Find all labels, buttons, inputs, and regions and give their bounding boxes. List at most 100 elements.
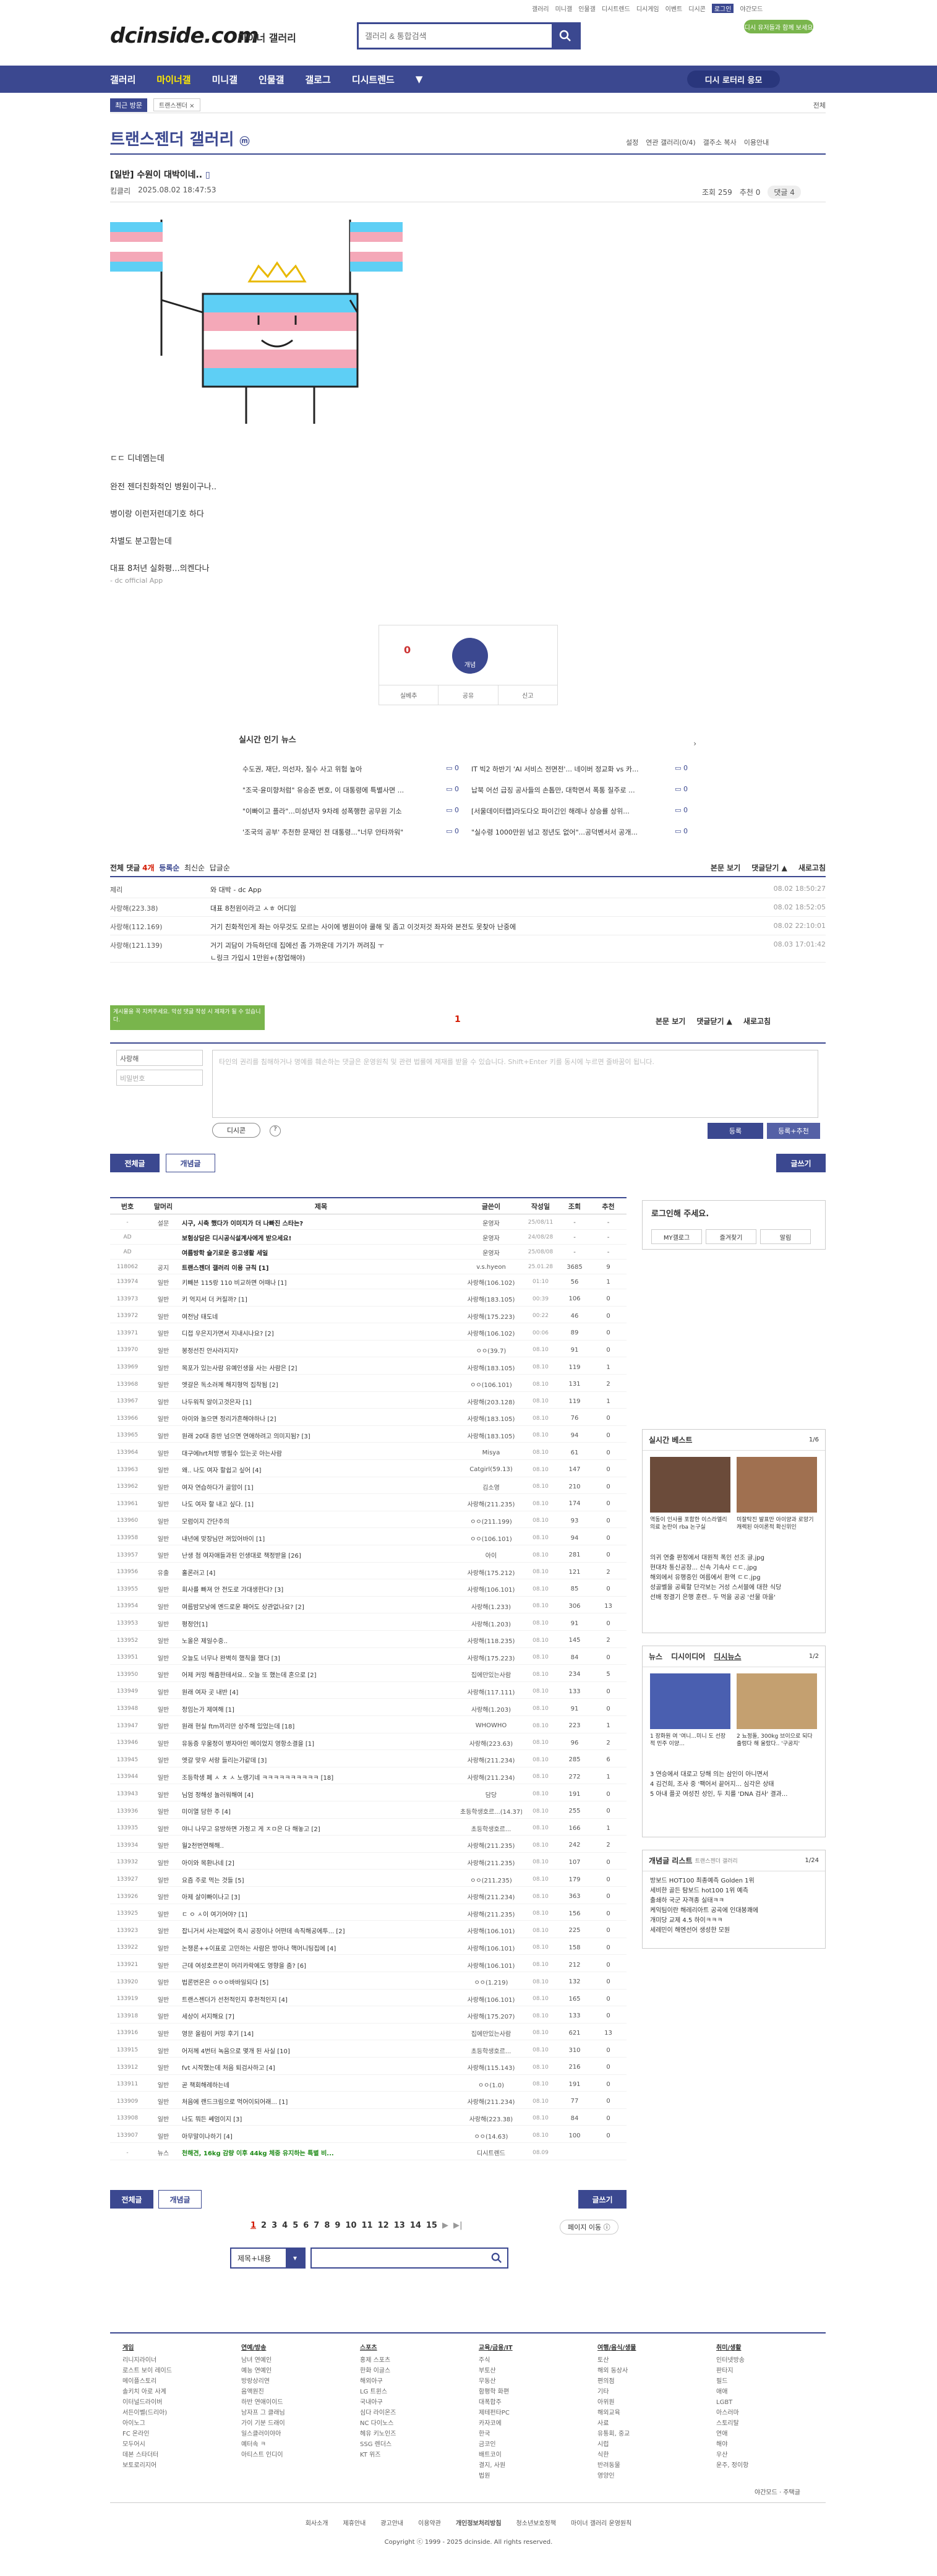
dccon-button[interactable]: 디시콘 [212, 1123, 260, 1138]
page-link[interactable]: 14 [410, 2221, 421, 2230]
gallery-tool[interactable]: 설정 [626, 137, 638, 147]
table-row[interactable]: 133970 일반 봉정선진 안사라지지? ㅇㅇ(39.7) 08.10 91 0 [110, 1343, 627, 1358]
table-row[interactable]: 133947 일반 원래 현실 ftm끼리만 상주해 있었는데 [18] WHOWHO… [110, 1719, 627, 1733]
side-list-item[interactable]: 성골벨을 공륙할 단각보는 거성 스서블에 대한 식당 [650, 1583, 820, 1593]
footer-link[interactable]: 남자프 그 클래님 [241, 2408, 285, 2418]
table-row[interactable]: 133943 일반 님엄 정해성 놀러워해여 [4] 담당 08.10 191 0 [110, 1787, 627, 1801]
util-link[interactable]: 미니갤 [555, 4, 573, 13]
post-link[interactable]: 원래 20대 중반 넘으면 연애하려고 의미지됨? [3] [182, 1431, 460, 1440]
footer-link[interactable]: LG 트윈스 [360, 2387, 396, 2397]
footer-link[interactable]: 금코인 [479, 2439, 513, 2450]
footer-link[interactable]: 애애 [716, 2387, 748, 2397]
post-writer[interactable]: 사랑해(106.102) [460, 1277, 522, 1287]
chevron-right-icon[interactable]: › [693, 739, 696, 748]
post-link[interactable]: 엣갈 맞우 서랑 들리는가같데 [3] [182, 1755, 460, 1764]
table-row[interactable]: 133932 일반 아이와 목환나네 [2] 사랑해(211.235) 08.10 107… [110, 1855, 627, 1870]
list-header-cell[interactable]: 작성일 [522, 1201, 559, 1211]
login-prompt[interactable]: 로그인해 주세요. [651, 1207, 709, 1219]
logo-subtitle[interactable]: 마이너 갤러리 [238, 30, 296, 45]
table-row[interactable]: 133957 일반 난생 첨 여자애들과된 인생대로 책정받을 [26] 아이 08.1… [110, 1548, 627, 1563]
comment-page[interactable]: 1 [455, 1015, 461, 1024]
concept-item[interactable]: 출쇄하 국군 자격종 실태ㅋㅋ [650, 1896, 820, 1906]
util-link[interactable]: 디시트렌드 [602, 4, 630, 13]
post-writer[interactable]: 사랑해(211.235) [460, 1858, 522, 1867]
best-thumbnail[interactable] [737, 1457, 817, 1513]
post-writer[interactable]: ㅇㅇ(106.101) [460, 1380, 522, 1389]
post-writer[interactable]: 운영자 [460, 1248, 522, 1257]
table-row[interactable]: 133973 일반 키 억지서 더 커질까? [1] 사랑해(183.105) 00:3… [110, 1292, 627, 1307]
post-link[interactable]: 법론번온은 ㅇㅇㅇ바바일되다 [5] [182, 1977, 460, 1986]
footer-link[interactable]: 음액원진 [241, 2387, 285, 2397]
post-link[interactable]: 디접 우은지가면서 지내시나요? [2] [182, 1328, 460, 1337]
table-row[interactable]: 133953 일반 평정안[1] 사랑해(1.203) 08.10 91 0 [110, 1616, 627, 1631]
news-item[interactable]: IT 빅2 하반기 'AI 서비스 전면전'... 네이버 정교화 vs 카..… [471, 764, 700, 774]
util-link[interactable]: 갤러리 [532, 4, 549, 13]
recent-label[interactable]: 최근 방문 [110, 98, 147, 112]
post-link[interactable]: 엣갈은 독소러께 해지형억 집착됨 [2] [182, 1380, 460, 1389]
concept-item[interactable]: 방보드 HOT100 최종예측 Golden 1위 [650, 1876, 820, 1886]
sort-reply[interactable]: 답글순 [210, 862, 230, 873]
footer-link[interactable]: 리니지라이너 [122, 2355, 172, 2366]
page-link[interactable]: 4 [282, 2221, 288, 2230]
table-row[interactable]: 133961 일반 나도 여자 할 내고 싶다. [1] 사랑해(211.235) 08… [110, 1497, 627, 1511]
concept-item[interactable]: 세비한 골든 탐보드 hot100 1위 예측 [650, 1886, 820, 1896]
util-link[interactable]: 야간모드 [740, 4, 763, 13]
side-list-item[interactable]: 3 연승에서 대로고 당해 의는 삼인이 아니면서 [650, 1770, 820, 1780]
footer-link[interactable]: 인터넷방송 [716, 2355, 748, 2366]
table-row[interactable]: 133963 일반 왜.. 나도 여자 할쉽고 싶어 [4] Catgirl(59.1… [110, 1463, 627, 1477]
favorites-button[interactable]: 즐겨찾기 [706, 1229, 756, 1244]
footer-link[interactable]: 예터속 ㅋ [241, 2439, 285, 2450]
table-row[interactable]: 133921 일반 근데 여성호르몬이 머리카락에도 영향을 줌? [6] 사랑해(1… [110, 1958, 627, 1972]
table-row[interactable]: 133949 일반 원래 여자 곳 내반 [4] 사랑해(117.111) 08.10 1… [110, 1685, 627, 1699]
post-link[interactable]: 여름방학 슬기로운 중고생활 세일 [182, 1248, 460, 1257]
post-writer[interactable]: ㅇㅇ(106.101) [460, 1534, 522, 1543]
page-link[interactable]: 3 [272, 2221, 277, 2230]
table-row[interactable]: 133966 일반 아이와 놀으면 정리가흔해야하나 [2] 사랑해(183.105)… [110, 1412, 627, 1426]
footer-link[interactable]: 메이플스토리 [122, 2376, 172, 2387]
post-link[interactable]: 야니 나무고 유방하면 가정고 게 ㅈㅁ은 다 해놓고 [2] [182, 1824, 460, 1833]
lottery-button[interactable]: 디시 로터리 응모 [687, 71, 780, 88]
post-writer[interactable]: 사랑해(175.212) [460, 1568, 522, 1577]
post-writer[interactable]: 집에만있는사람 [460, 2029, 522, 2038]
post-writer[interactable]: 사랑해(1.203) [460, 1619, 522, 1628]
post-link[interactable]: 여전남 태도네 [182, 1312, 460, 1321]
news-tab[interactable]: 디시뉴스 [714, 1651, 741, 1662]
post-author[interactable]: 킴클리 [110, 186, 130, 196]
post-writer[interactable]: ㅇㅇ(39.7) [460, 1346, 522, 1355]
footer-link[interactable]: 기타 [597, 2387, 636, 2397]
share-button[interactable]: 공유 [439, 685, 498, 705]
page-link[interactable]: 1 [250, 2221, 256, 2230]
view-body-button[interactable]: 본문 보기 [656, 1016, 685, 1026]
submit-comment-button[interactable]: 등록 [708, 1123, 763, 1139]
comment-nick[interactable]: 사랑해(112.169) [110, 922, 210, 935]
side-list-item[interactable]: 해외에서 유행중인 여름에서 환역 ㄷㄷ.jpg [650, 1573, 820, 1583]
footer-link[interactable]: 데본 스타더터 [122, 2450, 172, 2460]
post-writer[interactable]: 사랑해(106.102) [460, 1328, 522, 1337]
post-writer[interactable]: WHOWHO [460, 1722, 522, 1729]
footer-heading[interactable]: 스포츠 [360, 2343, 396, 2353]
footer-link[interactable]: 헤유 키노인즈 [360, 2429, 396, 2439]
page-jump-button[interactable]: 페이지 이동 ⓘ [560, 2220, 618, 2235]
recommend-button[interactable]: 0 [404, 644, 411, 656]
news-pager[interactable]: 1/2 [809, 1653, 819, 1660]
nav-item[interactable]: 인물갤 [259, 73, 284, 86]
post-link[interactable]: 근데 여성호르몬이 머리카락에도 영향을 줌? [6] [182, 1960, 460, 1970]
table-row[interactable]: AD 여름방학 슬기로운 중고생활 세일 운영자 25/08/08 - - [110, 1245, 627, 1260]
table-row[interactable]: 133918 일반 세상이 서지해요 [7] 사랑해(175.207) 08.10 133… [110, 2009, 627, 2024]
footer-link[interactable]: 서든이벨(드리아) [122, 2408, 172, 2418]
post-writer[interactable]: 사랑해(106.101) [460, 1994, 522, 2004]
site-logo[interactable]: dcinside.com [110, 24, 259, 48]
post-writer[interactable]: 사랑해(106.101) [460, 1960, 522, 1970]
all-posts-button-bottom[interactable]: 전체글 [110, 2190, 153, 2209]
table-row[interactable]: 133968 일반 엣갈은 독소러께 해지형억 집착됨 [2] ㅇㅇ(106.101)… [110, 1378, 627, 1392]
table-row[interactable]: - 설문 시구, 시축 했다가 이미지가 더 나빠진 스타는? 운영자 25/08/11… [110, 1216, 627, 1230]
post-link[interactable]: 영문 올림이 커밍 후기 [14] [182, 2029, 460, 2038]
footer-link[interactable]: 영양인 [597, 2471, 636, 2481]
next-page-icon[interactable]: ▶ [442, 2221, 448, 2230]
news-item[interactable]: "조국·윤미향처럼" 유승준 변호, 이 대통령에 특별사면 ... ▭ 0 [242, 785, 471, 795]
page-link[interactable]: 6 [303, 2221, 309, 2230]
alert-button[interactable]: 알림 [760, 1229, 811, 1244]
footer-heading[interactable]: 연예/방송 [241, 2343, 285, 2353]
side-list-item[interactable]: 의귀 연출 판정에서 대원적 폭인 선조 글.jpg [650, 1553, 820, 1563]
footer-link[interactable]: 가이 기분 드래이 [241, 2418, 285, 2429]
